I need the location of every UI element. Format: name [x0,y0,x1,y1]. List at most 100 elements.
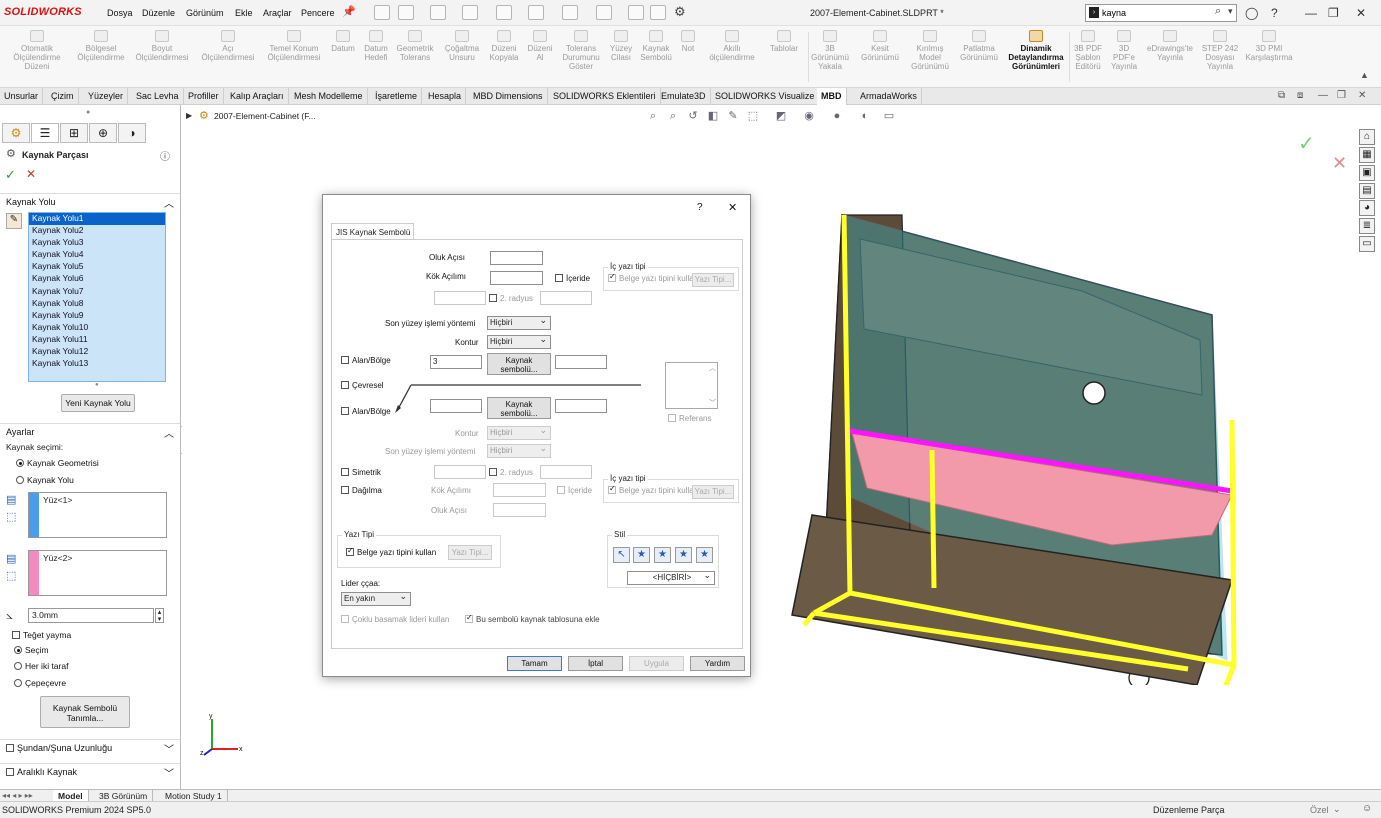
field-weld-checkbox[interactable]: Alan/Bölge [341,356,391,365]
contour-select[interactable]: Hiçbiri [487,333,551,349]
reference-checkbox[interactable]: Referans [668,414,711,423]
checkbox[interactable] [341,381,349,389]
cancel-button[interactable]: İptal [568,656,623,671]
search-dropdown-icon[interactable]: ▾ [1228,6,1233,17]
checkbox[interactable] [341,486,349,494]
collapse-chevron-icon[interactable]: ︿ [164,195,174,210]
tab-isaretleme[interactable]: İşaretleme [371,88,423,105]
menu-pencere[interactable]: Pencere [301,8,335,18]
ribbon-datum[interactable]: Datum [328,30,358,53]
section-view-icon[interactable]: ◧ [706,110,720,123]
help-tooltip-icon[interactable]: ☺ [1362,803,1372,814]
style-leader-icon[interactable]: ↖ [613,547,630,563]
doc-close-icon[interactable]: ✕ [1358,90,1366,101]
gear-icon[interactable]: ⚙ [674,4,686,20]
multi-jog-checkbox[interactable]: Çoklu basamak lideri kullan [341,615,449,624]
ribbon-geometric-tolerance[interactable]: Geometrik Tolerans [394,30,436,62]
ribbon-explode-view[interactable]: Patlatma Görünümü [954,30,1004,62]
radio-unselected[interactable] [14,679,22,687]
solidworks-logo[interactable]: SOLIDWORKS [4,6,82,18]
lower-left-field[interactable] [434,465,486,479]
use-doc-font-checkbox-bottom[interactable]: Belge yazı tipini kullan [608,484,698,495]
use-doc-font-checkbox[interactable]: Belge yazı tipini kullan [608,272,698,283]
radio-unselected[interactable] [16,476,24,484]
finish-method-select-bottom[interactable]: Hiçbiri [487,442,551,458]
root-gap-field-bottom[interactable] [493,483,546,497]
property-manager-tab-icon[interactable]: ☰ [31,123,59,143]
font-button-main[interactable]: Yazı Tipi... [448,545,492,560]
ribbon-location-dimension[interactable]: Bölgesel Ölçülendirme [75,30,127,62]
ribbon-tables[interactable]: Tablolar [764,30,804,53]
edit-appearance-icon[interactable]: ● [830,110,844,123]
expand-chevron-icon[interactable]: ﹀ [164,765,174,780]
from-to-length-section[interactable]: Şundan/Şuna Uzunluğu ﹀ [0,739,180,756]
tangent-propagation-checkbox[interactable]: Teğet yayma [12,630,71,640]
save-icon[interactable] [462,5,478,20]
ribbon-show-tolerance-status[interactable]: Tolerans Durumunu Göster [558,30,604,71]
menu-dosya[interactable]: Dosya [107,8,133,18]
bead-size-spinner[interactable]: ▴ ▾ [155,608,164,623]
ribbon-publish-edrawings[interactable]: eDrawings'te Yayınla [1142,30,1198,62]
ribbon-auto-dimension-scheme[interactable]: Otomatik Ölçülendirme Düzeni [2,30,72,71]
contour-select-bottom[interactable]: Hiçbiri [487,424,551,440]
symmetric-checkbox[interactable]: Simetrik [341,468,381,477]
feature-manager-tab-icon[interactable]: ⚙ [2,123,30,143]
task-pane-forum-icon[interactable]: ▭ [1359,236,1375,252]
style-select[interactable]: <HİÇBİRİ> [627,569,715,585]
list-item[interactable]: Kaynak Yolu13 [29,358,165,370]
scroll-up-icon[interactable]: ︿ [709,363,716,373]
zoom-to-area-icon[interactable]: ⌕ [666,110,680,123]
view-settings-icon[interactable]: ▭ [882,110,896,123]
staggered-checkbox[interactable]: Dağılma [341,486,382,495]
checkbox[interactable] [341,615,349,623]
apply-scene-icon[interactable]: ◐ [858,110,872,123]
help-button[interactable]: Yardım [690,656,745,671]
radio-selected[interactable] [16,459,24,467]
tab-cizim[interactable]: Çizim [47,88,79,105]
user-icon[interactable]: ◯ [1245,6,1258,20]
radius2-field-bottom[interactable] [540,465,592,479]
search-icon[interactable]: ⌕ [1215,5,1221,18]
hide-show-items-icon[interactable]: ◉ [802,110,816,123]
length-field-top[interactable] [555,355,607,369]
cabinet-3d-model[interactable] [782,205,1242,685]
tab-armadaworks[interactable]: ArmadaWorks [856,88,922,105]
weld-symbol-button-top[interactable]: Kaynak sembolü... [487,353,551,375]
intermittent-weld-section[interactable]: Aralıklı Kaynak ﹀ [0,763,180,780]
load-style-icon[interactable]: ★ [696,547,713,563]
panel-help-icon[interactable]: ⓘ [160,148,170,163]
all-around-checkbox[interactable]: Çevresel [341,381,384,390]
list-item[interactable]: Kaynak Yolu8 [29,298,165,310]
task-pane-file-explorer-icon[interactable]: ▤ [1359,183,1375,199]
window-tile-icon[interactable]: ⧉ [1278,90,1285,101]
tab-yuzeyler[interactable]: Yüzeyler [84,88,129,105]
ribbon-size-dimension[interactable]: Boyut Ölçülendirmesi [130,30,194,62]
tab-kalip-araclari[interactable]: Kalıp Araçları [226,88,289,105]
restore-button[interactable]: ❐ [1328,6,1339,20]
face2-item[interactable]: Yüz<2> [43,553,72,563]
menu-ekle[interactable]: Ekle [235,8,253,18]
tab-solidworks-eklentileri[interactable]: SOLIDWORKS Eklentileri [549,88,661,105]
open-icon[interactable] [430,5,446,20]
font-button-top[interactable]: Yazı Tipi... [692,273,734,287]
ribbon-copy-scheme[interactable]: Düzeni Kopyala [486,30,522,62]
ribbon-smart-dimension[interactable]: Akıllı ölçülendirme [702,30,762,62]
dynamic-annotation-icon[interactable]: ✎ [726,110,740,123]
field-weld-checkbox-bottom[interactable]: Alan/Bölge [341,407,391,416]
list-item[interactable]: Kaynak Yolu9 [29,310,165,322]
configuration-manager-tab-icon[interactable]: ⊞ [60,123,88,143]
pin-icon[interactable]: 📌 [342,5,356,18]
print-icon[interactable] [496,5,512,20]
menu-duzenle[interactable]: Düzenle [142,8,175,18]
list-item[interactable]: Kaynak Yolu7 [29,286,165,298]
weld-path-section[interactable]: Kaynak Yolu ︿ [0,193,180,210]
dialog-help-button[interactable]: ? [697,202,703,213]
units-dropdown-icon[interactable]: ⌄ [1333,804,1341,815]
task-pane-custom-properties-icon[interactable]: ≣ [1359,218,1375,234]
checkbox[interactable] [489,468,497,476]
checkbox[interactable] [12,631,20,639]
ribbon-pattern-feature[interactable]: Çoğaltma Unsuru [440,30,484,62]
doc-restore-icon[interactable]: ❐ [1337,90,1346,101]
new-weld-path-button[interactable]: Yeni Kaynak Yolu [61,394,135,412]
confirm-corner-ok-icon[interactable]: ✓ [1298,131,1315,156]
